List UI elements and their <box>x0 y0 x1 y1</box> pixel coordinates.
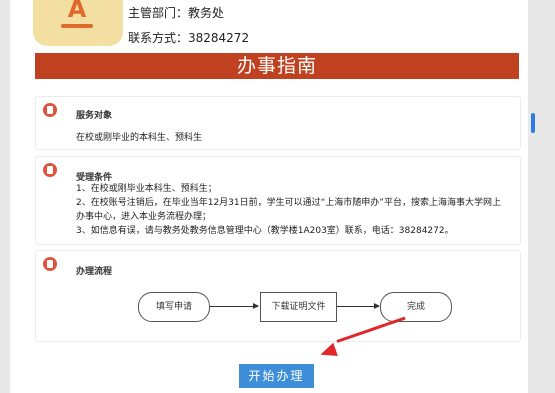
section-title: 服务对象 <box>76 111 113 121</box>
section-title: 办理流程 <box>76 267 113 277</box>
start-processing-button[interactable]: 开始办理 <box>239 364 314 388</box>
condition-line: 办事中心，进入本业务流程办理； <box>76 212 212 222</box>
app-logo: A <box>33 0 123 46</box>
document-icon <box>43 163 57 177</box>
page: A 主管部门：教务处 联系方式：38284272 办事指南 服务对象 在校或刚毕… <box>10 0 528 393</box>
flow-step-download: 下载证明文件 <box>260 292 337 322</box>
section-text: 在校或刚毕业的本科生、预科生 <box>76 133 203 143</box>
service-target-card: 服务对象 在校或刚毕业的本科生、预科生 <box>35 96 521 150</box>
flow-step-complete: 完成 <box>380 292 452 322</box>
process-card: 办理流程 填写申请 下载证明文件 完成 <box>35 250 521 342</box>
flow-arrow <box>210 303 259 309</box>
condition-line: 2、在校账号注销后，在毕业当年12月31日前，学生可以通过“上海市随申办”平台，… <box>76 198 501 208</box>
scrollbar-thumb[interactable] <box>531 113 535 133</box>
flow-step-apply: 填写申请 <box>138 292 210 322</box>
acceptance-conditions-card: 受理条件 1、在校或刚毕业本科生、预科生； 2、在校账号注销后，在毕业当年12月… <box>35 156 521 245</box>
annotation-arrow-head-icon <box>318 342 338 362</box>
department-label: 主管部门：教务处 <box>128 6 225 20</box>
guide-banner: 办事指南 <box>35 53 519 79</box>
document-icon <box>43 257 57 271</box>
document-icon <box>43 103 57 117</box>
flow-arrow <box>337 303 380 309</box>
contact-label: 联系方式：38284272 <box>128 31 250 45</box>
a-letter-logo-icon: A <box>67 0 87 23</box>
condition-line: 1、在校或刚毕业本科生、预科生； <box>76 184 217 194</box>
condition-line: 3、如信息有误，请与教务处教务信息管理中心（教学楼1A203室）联系，电话：38… <box>76 226 454 236</box>
